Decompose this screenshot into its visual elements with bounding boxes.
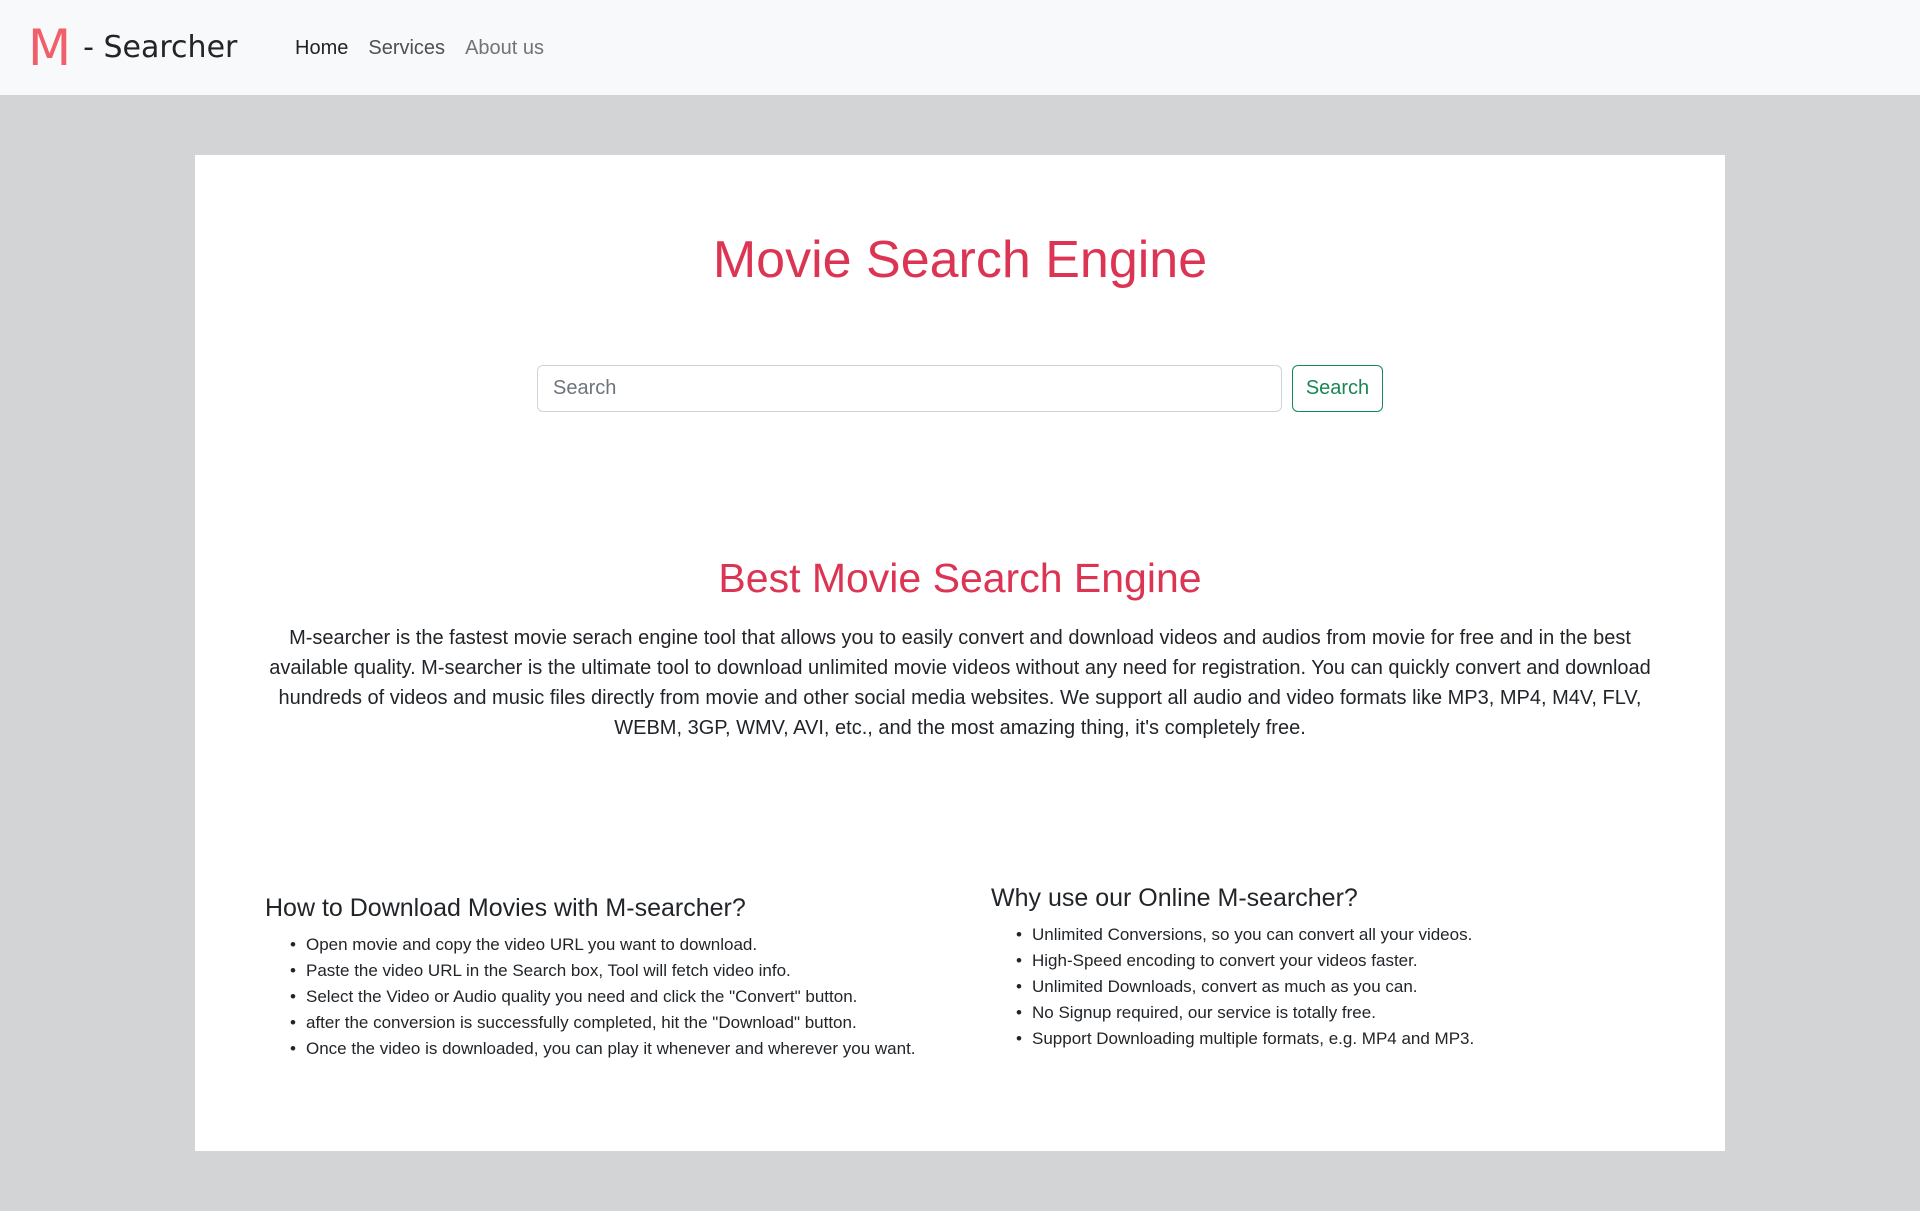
about-title: Best Movie Search Engine bbox=[718, 555, 1202, 601]
why-title: Why use our Online M-searcher? bbox=[991, 884, 1358, 912]
list-item: Unlimited Downloads, convert as much as … bbox=[1016, 974, 1474, 1000]
page-title: Movie Search Engine bbox=[712, 231, 1208, 289]
why-list: Unlimited Conversions, so you can conver… bbox=[1016, 922, 1474, 1052]
nav-links: Home Services About us bbox=[295, 34, 544, 62]
brand-name: - Searcher bbox=[83, 30, 238, 65]
nav-services-link[interactable]: Services bbox=[368, 34, 445, 62]
list-item: Select the Video or Audio quality you ne… bbox=[290, 984, 916, 1010]
list-item: High-Speed encoding to convert your vide… bbox=[1016, 948, 1474, 974]
brand-logo-letter: M bbox=[28, 19, 72, 77]
search-button[interactable]: Search bbox=[1292, 365, 1383, 412]
search-input[interactable] bbox=[537, 365, 1282, 412]
list-item: No Signup required, our service is total… bbox=[1016, 1000, 1474, 1026]
list-item: Open movie and copy the video URL you wa… bbox=[290, 932, 916, 958]
list-item: Unlimited Conversions, so you can conver… bbox=[1016, 922, 1474, 948]
howto-list: Open movie and copy the video URL you wa… bbox=[290, 932, 916, 1062]
about-description: M-searcher is the fastest movie serach e… bbox=[269, 627, 1651, 739]
brand-logo[interactable]: M - Searcher bbox=[28, 20, 237, 76]
list-item: Support Downloading multiple formats, e.… bbox=[1016, 1026, 1474, 1052]
howto-title: How to Download Movies with M-searcher? bbox=[265, 894, 746, 922]
nav-about-link[interactable]: About us bbox=[465, 34, 544, 62]
list-item: Once the video is downloaded, you can pl… bbox=[290, 1036, 916, 1062]
navbar: M - Searcher Home Services About us bbox=[0, 0, 1920, 95]
list-item: Paste the video URL in the Search box, T… bbox=[290, 958, 916, 984]
nav-home-link[interactable]: Home bbox=[295, 34, 348, 62]
list-item: after the conversion is successfully com… bbox=[290, 1010, 916, 1036]
